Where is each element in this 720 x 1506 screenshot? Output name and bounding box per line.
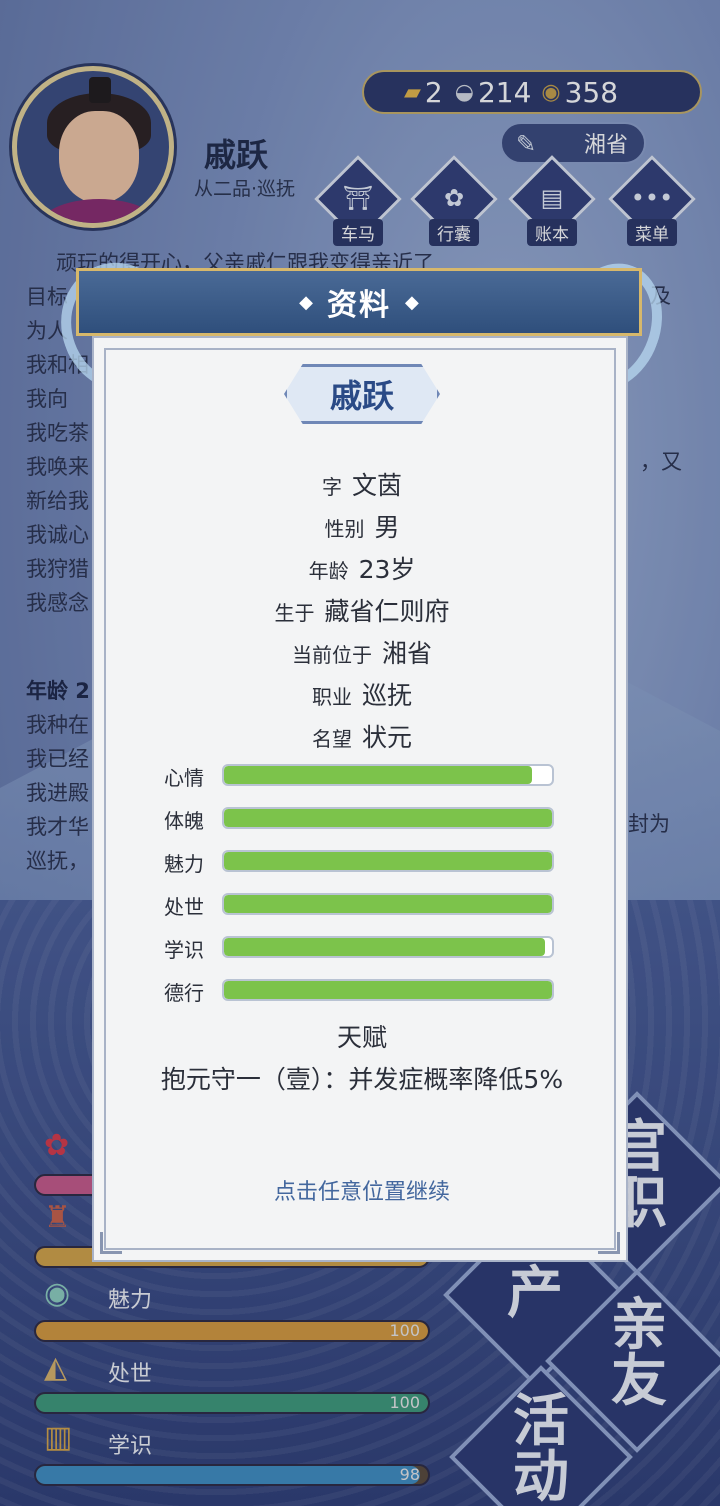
attr-label: 德行	[164, 981, 204, 1005]
attr-fill	[224, 895, 552, 913]
attr-label: 心情	[164, 766, 204, 790]
info-occupation: 职业 巡抚	[311, 681, 412, 710]
talent-heading: 天赋	[336, 1023, 387, 1052]
attr-fill	[224, 938, 546, 956]
attr-track	[222, 850, 554, 872]
continue-hint[interactable]: 点击任意位置继续	[94, 1174, 630, 1206]
talent-description: 抱元守一（壹）：并发症概率降低5%	[160, 1065, 564, 1094]
modal-nameplate: 戚跃	[284, 364, 440, 424]
attr-track	[222, 893, 554, 915]
attr-bar-row: 学识	[164, 934, 564, 962]
attr-bar-row: 德行	[164, 977, 564, 1005]
modal-name: 戚跃	[329, 377, 394, 415]
attr-fill	[224, 981, 552, 999]
attr-track	[222, 979, 554, 1001]
info-current-location: 当前位于 湘省	[291, 639, 432, 668]
attr-bar-row: 处世	[164, 891, 564, 919]
profile-modal[interactable]: 戚跃 字文茵 性别男 年龄 23岁 生于 藏省仁则府 当前位于 湘省 职业 巡抚 名望状…	[92, 336, 628, 1262]
modal-title-bar: ◆ 资料 ◆	[76, 268, 642, 336]
info-gender: 性别男	[324, 513, 400, 542]
attr-track	[222, 936, 554, 958]
attr-bar-row: 体魄	[164, 805, 564, 833]
info-age: 年龄 23岁	[308, 555, 416, 584]
attr-label: 魅力	[164, 852, 204, 876]
attr-label: 处世	[164, 895, 204, 919]
modal-title: 资料	[327, 288, 391, 323]
attr-fill	[224, 766, 533, 784]
attr-track	[222, 764, 554, 786]
attr-track	[222, 807, 554, 829]
attr-fill	[224, 852, 552, 870]
attr-fill	[224, 809, 552, 827]
info-courtesy-name: 字文茵	[321, 471, 402, 500]
attr-label: 学识	[164, 938, 204, 962]
attr-bar-row: 魅力	[164, 848, 564, 876]
attr-bar-row: 心情	[164, 762, 564, 790]
attr-label: 体魄	[164, 809, 204, 833]
info-reputation: 名望 状元	[311, 723, 412, 752]
info-birthplace: 生于 藏省仁则府	[274, 597, 450, 626]
